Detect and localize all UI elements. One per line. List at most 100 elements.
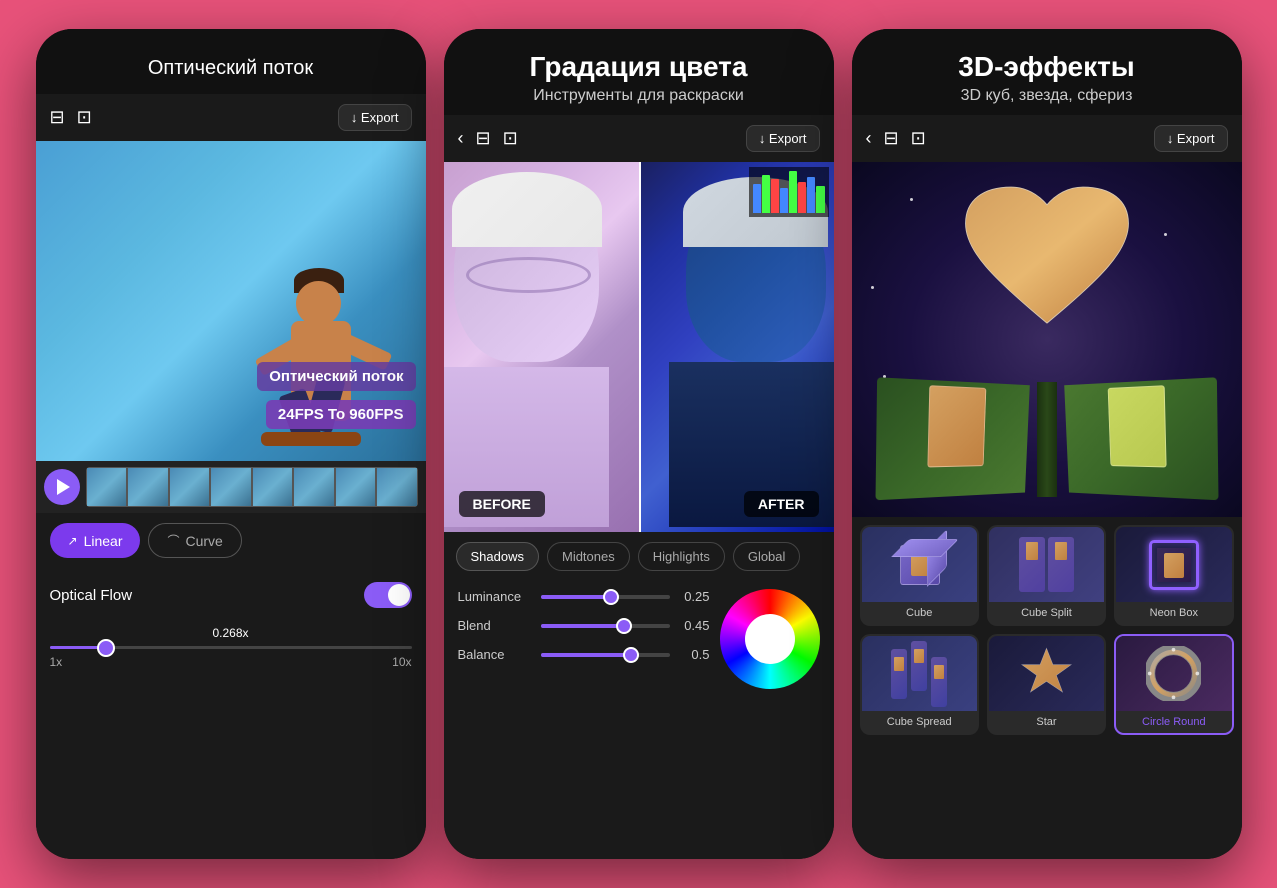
effect-cube-split-thumb <box>989 527 1104 602</box>
phone2-top-bar-icons: ‹ ⊟ ⊡ <box>458 128 518 149</box>
star-container <box>989 636 1104 711</box>
tone-tabs: Shadows Midtones Highlights Global <box>444 532 834 581</box>
book-left <box>875 377 1029 500</box>
play-button[interactable] <box>44 469 80 505</box>
luminance-row: Luminance 0.25 <box>458 589 710 604</box>
tone-tab-highlights[interactable]: Highlights <box>638 542 725 571</box>
effect-neon-box-label: Neon Box <box>1148 602 1200 624</box>
layers-icon: ⊟ <box>50 107 65 128</box>
export-button[interactable]: ↓ Export <box>338 104 412 131</box>
sliders-section: Luminance 0.25 Blend 0.45 <box>444 581 834 697</box>
color-wheel[interactable] <box>720 589 820 689</box>
phone1-top-bar: ⊟ ⊡ ↓ Export <box>36 94 426 141</box>
cube-split-container <box>989 527 1104 602</box>
phone3-title: 3D-эффекты <box>872 51 1222 83</box>
speed-value: 0.268x <box>50 626 412 640</box>
tab-curve[interactable]: ⌒ Curve <box>148 523 241 558</box>
effect-cube-spread[interactable]: Cube Spread <box>860 634 979 735</box>
layers-icon2: ⊟ <box>476 128 491 149</box>
tone-tab-shadows[interactable]: Shadows <box>456 542 539 571</box>
color-wheel-indicator <box>755 624 785 654</box>
film-frame <box>335 467 377 507</box>
blend-row: Blend 0.45 <box>458 618 710 633</box>
play-icon <box>57 479 70 495</box>
neon-box-inner <box>1157 548 1191 582</box>
tab-curve-label: Curve <box>186 533 223 549</box>
sparkle <box>910 198 913 201</box>
back-arrow3[interactable]: ‹ <box>866 128 872 149</box>
blend-fill <box>541 624 625 628</box>
effect-circle-round[interactable]: Circle Round <box>1114 634 1233 735</box>
tone-tab-midtones[interactable]: Midtones <box>547 542 630 571</box>
optical-flow-toggle[interactable] <box>364 582 412 608</box>
film-frame <box>86 467 128 507</box>
cube-spread-container <box>862 636 977 711</box>
heart-frame <box>957 177 1137 342</box>
phone3-top-bar: ‹ ⊟ ⊡ ↓ Export <box>852 115 1242 162</box>
optical-flow-row: Optical Flow <box>50 574 412 616</box>
blend-slider[interactable] <box>541 624 670 628</box>
split-image: BEFORE AFTER <box>444 162 834 532</box>
balance-fill <box>541 653 631 657</box>
export-button3[interactable]: ↓ Export <box>1154 125 1228 152</box>
split-divider <box>639 162 641 532</box>
effect-star-thumb <box>989 636 1104 711</box>
top-bar-icons: ⊟ ⊡ <box>50 107 92 128</box>
luminance-slider[interactable] <box>541 595 670 599</box>
tone-tab-global[interactable]: Global <box>733 542 801 571</box>
film-strip[interactable] <box>86 467 418 507</box>
effect-cube[interactable]: Cube <box>860 525 979 626</box>
skate-image: Оптический поток 24FPS To 960FPS <box>36 141 426 461</box>
effect-cube-spread-thumb <box>862 636 977 711</box>
split-left <box>444 162 639 532</box>
tab-linear-label: Linear <box>84 533 123 549</box>
effect-star[interactable]: Star <box>987 634 1106 735</box>
speed-slider-fill <box>50 646 104 649</box>
luminance-thumb[interactable] <box>603 589 619 605</box>
optical-flow-label: Optical Flow <box>50 587 133 604</box>
speed-slider-thumb[interactable] <box>97 639 115 657</box>
book-right <box>1064 377 1218 500</box>
film-frame <box>127 467 169 507</box>
curve-icon: ⌒ <box>167 532 179 549</box>
skateboard <box>261 432 361 446</box>
neon-box-container <box>1116 527 1231 602</box>
phone-3d-effects: 3D-эффекты 3D куб, звезда, сфериз ‹ ⊟ ⊡ … <box>852 29 1242 859</box>
tab-linear[interactable]: ↗ Linear <box>50 523 141 558</box>
heart-svg <box>957 177 1137 342</box>
circle-round-svg <box>1146 646 1201 701</box>
film-frame <box>252 467 294 507</box>
phones-container: Оптический поток ⊟ ⊡ ↓ Export <box>16 9 1262 879</box>
effect-cube-split[interactable]: Cube Split <box>987 525 1106 626</box>
phone3-subtitle: 3D куб, звезда, сфериз <box>872 87 1222 105</box>
back-arrow[interactable]: ‹ <box>458 128 464 149</box>
effect-circle-round-label: Circle Round <box>1140 711 1208 733</box>
book-spread <box>877 377 1217 497</box>
color-wheel-container <box>720 589 820 689</box>
export-button2[interactable]: ↓ Export <box>746 125 820 152</box>
blend-thumb[interactable] <box>616 618 632 634</box>
neon-box-visual <box>1149 540 1199 590</box>
balance-thumb[interactable] <box>623 647 639 663</box>
sparkle <box>1164 233 1167 236</box>
effect-cube-spread-label: Cube Spread <box>885 711 954 733</box>
balance-slider[interactable] <box>541 653 670 657</box>
phone2-subtitle: Инструменты для раскраски <box>464 87 814 105</box>
speed-slider-track[interactable] <box>50 646 412 649</box>
split-panel-left <box>1019 537 1045 592</box>
overlay-text2: 24FPS To 960FPS <box>266 400 416 429</box>
phone1-header: Оптический поток <box>36 29 426 94</box>
spread-panel-2 <box>911 641 927 691</box>
before-label: BEFORE <box>459 491 545 517</box>
effect-neon-box[interactable]: Neon Box <box>1114 525 1233 626</box>
effect-cube-split-label: Cube Split <box>1019 602 1074 624</box>
crop-icon2: ⊡ <box>503 128 518 149</box>
phone2-header: Градация цвета Инструменты для раскраски <box>444 29 834 115</box>
speed-labels: 1x 10x <box>50 655 412 669</box>
phone1-title: Оптический поток <box>56 57 406 80</box>
star-shape-container <box>1019 646 1074 701</box>
effect-neon-box-thumb <box>1116 527 1231 602</box>
cube-spread-visual <box>891 649 947 699</box>
film-frame <box>376 467 418 507</box>
luminance-fill <box>541 595 612 599</box>
